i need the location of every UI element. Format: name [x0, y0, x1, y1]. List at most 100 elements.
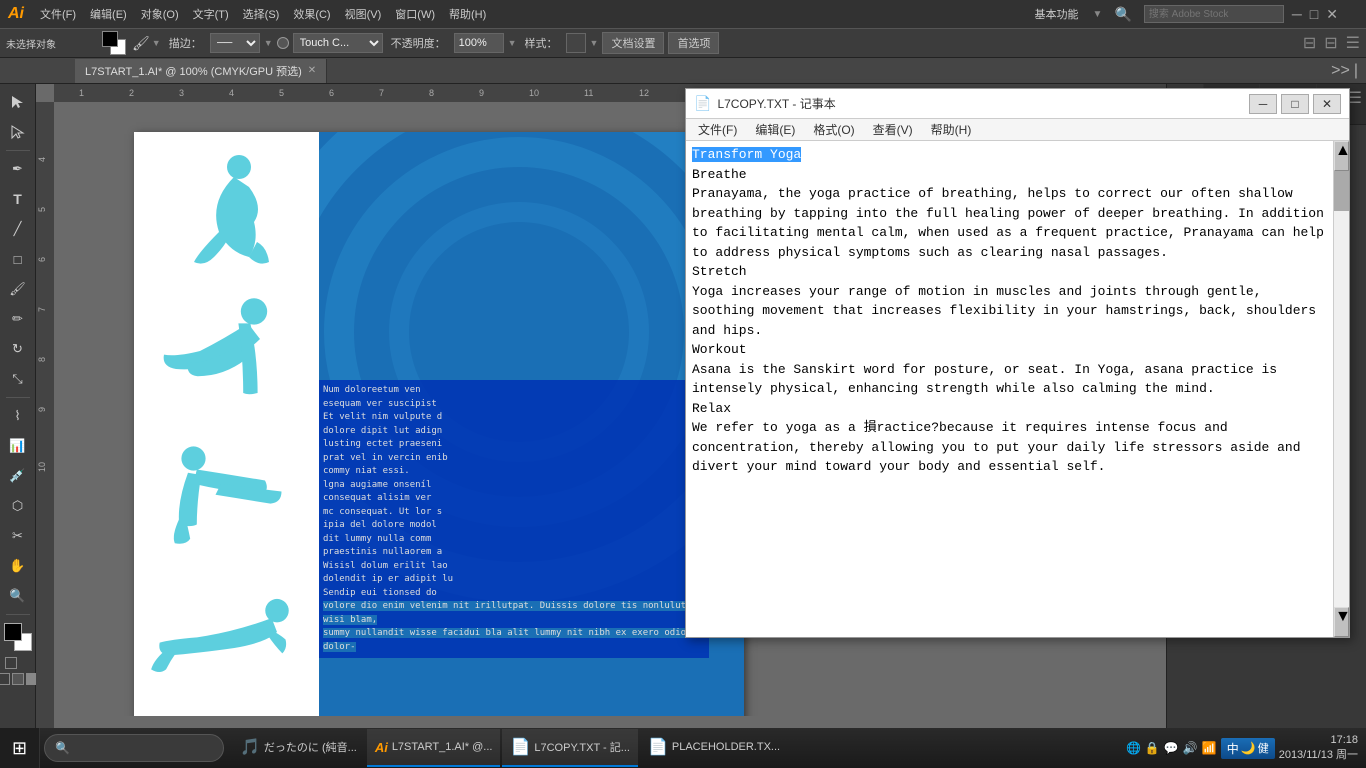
panel-toggle-icon[interactable]: >> — [1331, 62, 1350, 80]
style-box[interactable] — [566, 33, 586, 53]
minimize-btn[interactable]: ─ — [1292, 6, 1302, 22]
touch-select[interactable]: Touch C... — [293, 33, 383, 53]
taskbar-search[interactable]: 🔍 — [44, 734, 224, 762]
fill-icon[interactable] — [0, 673, 10, 685]
scroll-thumb[interactable] — [1334, 171, 1349, 211]
menu-bar: Ai 文件(F) 编辑(E) 对象(O) 文字(T) 选择(S) 效果(C) 视… — [0, 0, 1366, 28]
scroll-down-btn[interactable]: ▼ — [1334, 607, 1349, 637]
pencil-tool[interactable]: ✏ — [4, 305, 32, 333]
notepad-scrollbar[interactable]: ▲ ▼ — [1333, 141, 1349, 637]
color-selector[interactable] — [102, 31, 126, 55]
notepad-minimize-btn[interactable]: ─ — [1249, 94, 1277, 114]
stroke-icon[interactable] — [12, 673, 24, 685]
taskbar-app-illustrator[interactable]: Ai L7START_1.AI* @... — [367, 729, 501, 767]
menu-help[interactable]: 帮助(H) — [443, 4, 492, 24]
notepad-text-area[interactable]: Transform Yoga Breathe Pranayama, the yo… — [686, 141, 1333, 637]
svg-text:5: 5 — [279, 88, 284, 98]
start-button[interactable]: ⊞ — [0, 728, 40, 768]
notepad-line-pranayama4: to address physical symptoms such as cle… — [692, 245, 1168, 260]
document-tab[interactable]: L7START_1.AI* @ 100% (CMYK/GPU 预选) ✕ — [75, 59, 327, 83]
warp-tool[interactable]: ⌇ — [4, 402, 32, 430]
stroke-select[interactable]: ── — [210, 33, 260, 53]
menu-edit[interactable]: 编辑(E) — [84, 4, 133, 24]
select-tool[interactable] — [4, 88, 32, 116]
color-swatches[interactable] — [4, 623, 32, 651]
notepad-menu-edit[interactable]: 编辑(E) — [747, 119, 803, 140]
blend-tool[interactable]: ⬡ — [4, 492, 32, 520]
menu-text[interactable]: 文字(T) — [187, 4, 235, 24]
tab-bar: L7START_1.AI* @ 100% (CMYK/GPU 预选) ✕ >> … — [0, 58, 1366, 84]
line-tool[interactable]: ╱ — [4, 215, 32, 243]
close-btn-main[interactable]: ✕ — [1326, 6, 1338, 23]
rotate-tool[interactable]: ↻ — [4, 335, 32, 363]
notepad-controls: ─ □ ✕ — [1249, 94, 1341, 114]
menu-effect[interactable]: 效果(C) — [287, 4, 336, 24]
notepad-menu-view[interactable]: 查看(V) — [865, 119, 921, 140]
tab-close-btn[interactable]: ✕ — [308, 65, 316, 76]
foreground-color[interactable] — [4, 623, 22, 641]
menu-file[interactable]: 文件(F) — [34, 4, 82, 24]
pen-tool[interactable]: ✒ — [4, 155, 32, 183]
hamburger-icon[interactable]: ☰ — [1346, 33, 1360, 53]
zoom-tool[interactable]: 🔍 — [4, 582, 32, 610]
preferences-btn[interactable]: 首选项 — [668, 32, 719, 54]
rect-tool[interactable]: □ — [4, 245, 32, 273]
menu-select[interactable]: 选择(S) — [237, 4, 286, 24]
stock-search-input[interactable] — [1144, 5, 1284, 23]
svg-text:12: 12 — [639, 88, 649, 98]
gradient-icon[interactable] — [19, 657, 31, 669]
text-overlay-content: Num doloreetum ven esequam ver suscipist… — [323, 384, 705, 654]
graph-tool[interactable]: 📊 — [4, 432, 32, 460]
taskbar-app-notepad[interactable]: 📄 L7COPY.TXT - 記... — [502, 729, 638, 767]
align-right-icon[interactable]: ⊟ — [1324, 33, 1337, 53]
type-tool[interactable]: T — [4, 185, 32, 213]
notepad-menu-format[interactable]: 格式(O) — [805, 119, 862, 140]
tray-icon-5: 📶 — [1202, 741, 1217, 755]
placeholder-app-label: PLACEHOLDER.TX... — [672, 741, 780, 753]
svg-text:7: 7 — [379, 88, 384, 98]
eyedropper-tool[interactable]: 💉 — [4, 462, 32, 490]
ime-indicator[interactable]: 中 🌙 健 — [1221, 738, 1275, 759]
taskbar-app-music[interactable]: 🎵 だったのに (純音... — [232, 729, 365, 767]
notepad-line-yoga2: soothing movement that increases flexibi… — [692, 303, 1316, 318]
svg-text:10: 10 — [529, 88, 539, 98]
music-app-icon: 🎵 — [240, 737, 260, 757]
notepad-line-stretch: Stretch — [692, 264, 747, 279]
scissors-tool[interactable]: ✂ — [4, 522, 32, 550]
scale-tool[interactable]: ⤡ — [4, 365, 32, 393]
toolbar: 未选择对象 🖌 ▼ 描边： ── ▼ Touch C... 不透明度： ▼ 样式… — [0, 28, 1366, 58]
system-clock[interactable]: 17:18 2013/11/13 周一 — [1279, 734, 1358, 762]
clock-time: 17:18 — [1279, 734, 1358, 746]
taskbar: ⊞ 🔍 🎵 だったのに (純音... Ai L7START_1.AI* @...… — [0, 728, 1366, 768]
text-overlay-box[interactable]: Num doloreetum ven esequam ver suscipist… — [319, 380, 709, 658]
menu-view[interactable]: 视图(V) — [339, 4, 388, 24]
svg-text:8: 8 — [37, 357, 47, 362]
menu-window[interactable]: 窗口(W) — [389, 4, 441, 24]
align-left-icon[interactable]: ⊟ — [1303, 33, 1316, 53]
doc-settings-btn[interactable]: 文档设置 — [602, 32, 664, 54]
yoga-figure-2 — [149, 297, 299, 417]
notepad-icon: 📄 — [694, 95, 711, 112]
menu-object[interactable]: 对象(O) — [135, 4, 185, 24]
selected-text: Transform Yoga — [692, 147, 801, 162]
notepad-menu-file[interactable]: 文件(F) — [690, 119, 745, 140]
taskbar-app-placeholder[interactable]: 📄 PLACEHOLDER.TX... — [640, 729, 788, 767]
direct-select-tool[interactable] — [4, 118, 32, 146]
svg-text:7: 7 — [37, 307, 47, 312]
notepad-close-btn[interactable]: ✕ — [1313, 94, 1341, 114]
notepad-maximize-btn[interactable]: □ — [1281, 94, 1309, 114]
notepad-menu-help[interactable]: 帮助(H) — [923, 119, 980, 140]
opacity-label: 不透明度： — [387, 33, 450, 53]
maximize-btn[interactable]: □ — [1310, 6, 1318, 22]
brush-selector[interactable]: 🖌 ▼ — [132, 35, 161, 52]
no-fill-icon[interactable] — [5, 657, 17, 669]
taskbar-search-input[interactable] — [76, 742, 213, 754]
hand-tool[interactable]: ✋ — [4, 552, 32, 580]
opacity-input[interactable] — [454, 33, 504, 53]
scroll-up-btn[interactable]: ▲ — [1334, 141, 1349, 171]
notepad-line-breathe: Breathe — [692, 167, 747, 182]
basic-function-label[interactable]: 基本功能 — [1029, 4, 1085, 24]
panel-separator-icon: | — [1354, 62, 1358, 80]
style-label: 样式： — [521, 33, 562, 53]
paint-brush-tool[interactable]: 🖌 — [4, 275, 32, 303]
